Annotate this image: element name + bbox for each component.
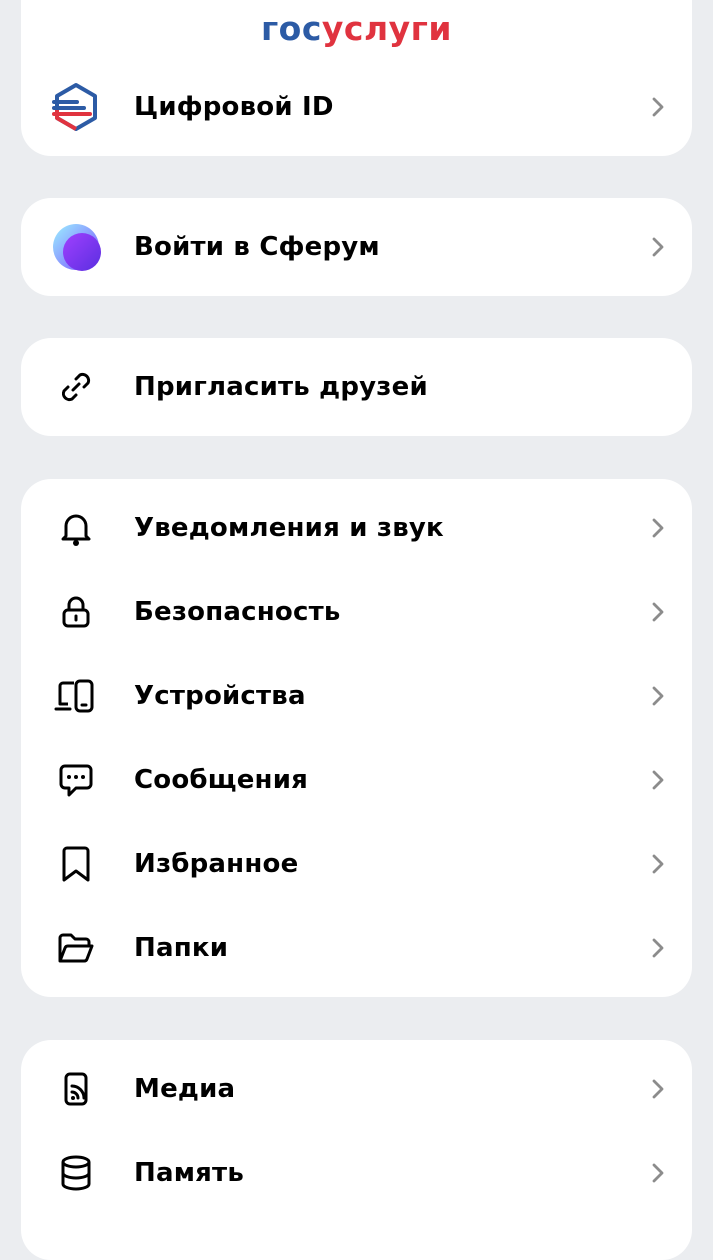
bookmark-icon (51, 839, 101, 889)
sferum-item[interactable]: Войти в Сферум (21, 205, 692, 289)
settings-item-label: Избранное (134, 849, 299, 879)
sferum-card: Войти в Сферум (21, 198, 692, 296)
settings-item-devices[interactable]: Устройства (21, 654, 692, 738)
settings-item-folders[interactable]: Папки (21, 906, 692, 990)
settings-item-messages[interactable]: Сообщения (21, 738, 692, 822)
digital-id-icon (51, 82, 101, 132)
storage-item-media[interactable]: Медиа (21, 1047, 692, 1131)
bell-icon (51, 503, 101, 553)
invite-friends-item[interactable]: Пригласить друзей (21, 345, 692, 429)
media-icon (51, 1064, 101, 1114)
settings-item-label: Уведомления и звук (134, 513, 444, 543)
chevron-right-icon (652, 97, 664, 117)
settings-item-security[interactable]: Безопасность (21, 570, 692, 654)
chevron-right-icon (652, 938, 664, 958)
settings-item-label: Безопасность (134, 597, 341, 627)
chevron-right-icon (652, 686, 664, 706)
storage-item-label: Память (134, 1158, 244, 1188)
digital-id-item[interactable]: Цифровой ID (21, 65, 692, 149)
settings-item-favorites[interactable]: Избранное (21, 822, 692, 906)
settings-item-label: Устройства (134, 681, 306, 711)
gosuslugi-card: госуслуги Цифровой ID (21, 0, 692, 156)
chevron-right-icon (652, 602, 664, 622)
chevron-right-icon (652, 518, 664, 538)
chevron-right-icon (652, 1079, 664, 1099)
digital-id-label: Цифровой ID (134, 92, 334, 122)
lock-icon (51, 587, 101, 637)
settings-item-label: Папки (134, 933, 229, 963)
devices-icon (51, 671, 101, 721)
chevron-right-icon (652, 770, 664, 790)
storage-item-memory[interactable]: Память (21, 1131, 692, 1215)
sferum-label: Войти в Сферум (134, 232, 380, 262)
invite-card: Пригласить друзей (21, 338, 692, 436)
chevron-right-icon (652, 1163, 664, 1183)
storage-item-label: Медиа (134, 1074, 236, 1104)
database-icon (51, 1148, 101, 1198)
chevron-right-icon (652, 854, 664, 874)
chevron-right-icon (652, 237, 664, 257)
settings-card: Уведомления и звук Безопасность Устройст… (21, 479, 692, 997)
invite-friends-label: Пригласить друзей (134, 372, 428, 402)
settings-item-notifications[interactable]: Уведомления и звук (21, 486, 692, 570)
settings-item-label: Сообщения (134, 765, 309, 795)
gosuslugi-logo: госуслуги (260, 9, 453, 48)
folder-icon (51, 923, 101, 973)
sferum-icon (51, 222, 101, 272)
storage-card: Медиа Память (21, 1040, 692, 1260)
message-icon (51, 755, 101, 805)
link-icon (51, 362, 101, 412)
